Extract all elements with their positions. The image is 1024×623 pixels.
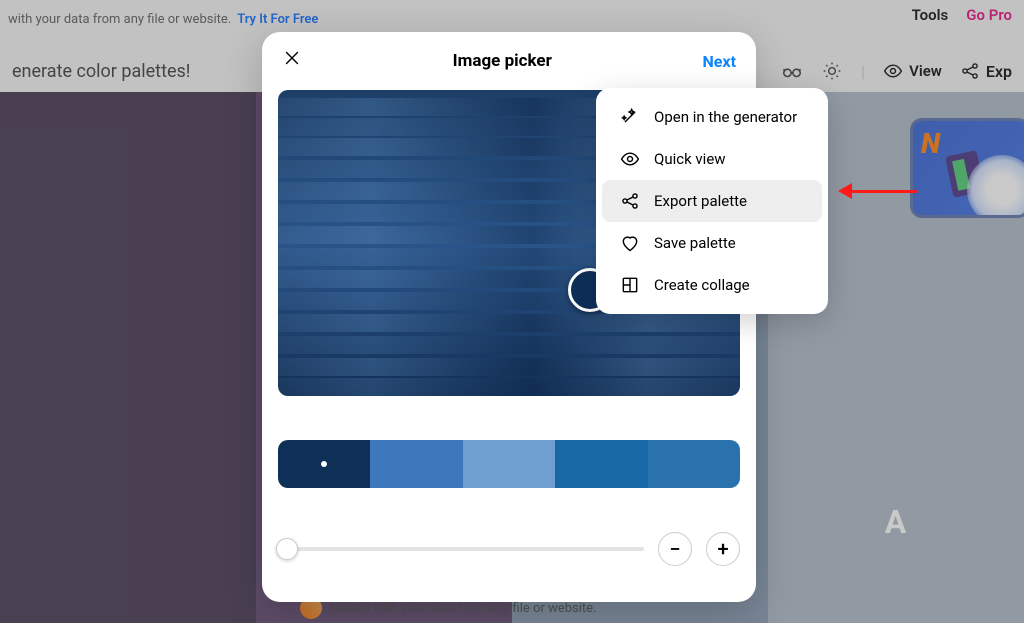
- nav-tools[interactable]: Tools: [912, 6, 949, 24]
- zoom-in-button[interactable]: +: [706, 532, 740, 566]
- slider-thumb[interactable]: [276, 538, 298, 560]
- zoom-slider[interactable]: [278, 547, 644, 551]
- view-label: View: [909, 62, 942, 80]
- tagline: enerate color palettes!: [12, 61, 190, 82]
- selected-dot-icon: [321, 461, 327, 467]
- next-button[interactable]: Next: [703, 52, 736, 71]
- eye-icon: [620, 149, 640, 169]
- top-nav: Tools Go Pro: [912, 0, 1012, 30]
- nav-go-pro[interactable]: Go Pro: [966, 6, 1012, 24]
- view-button[interactable]: View: [883, 61, 942, 81]
- dd-export-palette[interactable]: Export palette: [602, 180, 822, 222]
- dd-label: Quick view: [654, 150, 726, 168]
- export-button-top[interactable]: Exp: [960, 61, 1012, 81]
- zoom-slider-row: − +: [278, 532, 740, 566]
- zoom-out-button[interactable]: −: [658, 532, 692, 566]
- dd-open-in-generator[interactable]: Open in the generator: [602, 96, 822, 138]
- dd-label: Save palette: [654, 234, 736, 252]
- promo-card[interactable]: N: [910, 118, 1024, 218]
- wand-icon: [620, 107, 640, 127]
- dd-create-collage[interactable]: Create collage: [602, 264, 822, 306]
- modal-title: Image picker: [453, 51, 552, 71]
- swatch[interactable]: [370, 440, 462, 488]
- dd-label: Create collage: [654, 276, 750, 294]
- sun-icon[interactable]: [821, 60, 843, 82]
- ad-text-bottom: trained with your data from any file or …: [330, 601, 596, 616]
- promo-logo: N: [921, 127, 940, 160]
- options-dropdown: Open in the generator Quick view Export …: [596, 88, 828, 314]
- dd-save-palette[interactable]: Save palette: [602, 222, 822, 264]
- swatch[interactable]: [463, 440, 555, 488]
- close-icon[interactable]: [282, 48, 302, 74]
- dd-label: Export palette: [654, 192, 747, 210]
- dd-quick-view[interactable]: Quick view: [602, 138, 822, 180]
- hex-value: A: [885, 503, 908, 541]
- ad-cta-link[interactable]: Try It For Free: [237, 12, 318, 27]
- extracted-palette: [278, 440, 740, 488]
- dd-label: Open in the generator: [654, 108, 797, 126]
- collage-icon: [620, 275, 640, 295]
- heart-icon: [620, 233, 640, 253]
- export-label-top: Exp: [986, 62, 1012, 81]
- ad-text: with your data from any file or website.: [8, 12, 231, 27]
- glasses-icon[interactable]: [781, 60, 803, 82]
- swatch[interactable]: [278, 440, 370, 488]
- annotation-arrow: [838, 186, 918, 196]
- swatch[interactable]: [648, 440, 740, 488]
- share-icon: [620, 191, 640, 211]
- swatch[interactable]: [555, 440, 647, 488]
- palette-column[interactable]: [0, 92, 256, 623]
